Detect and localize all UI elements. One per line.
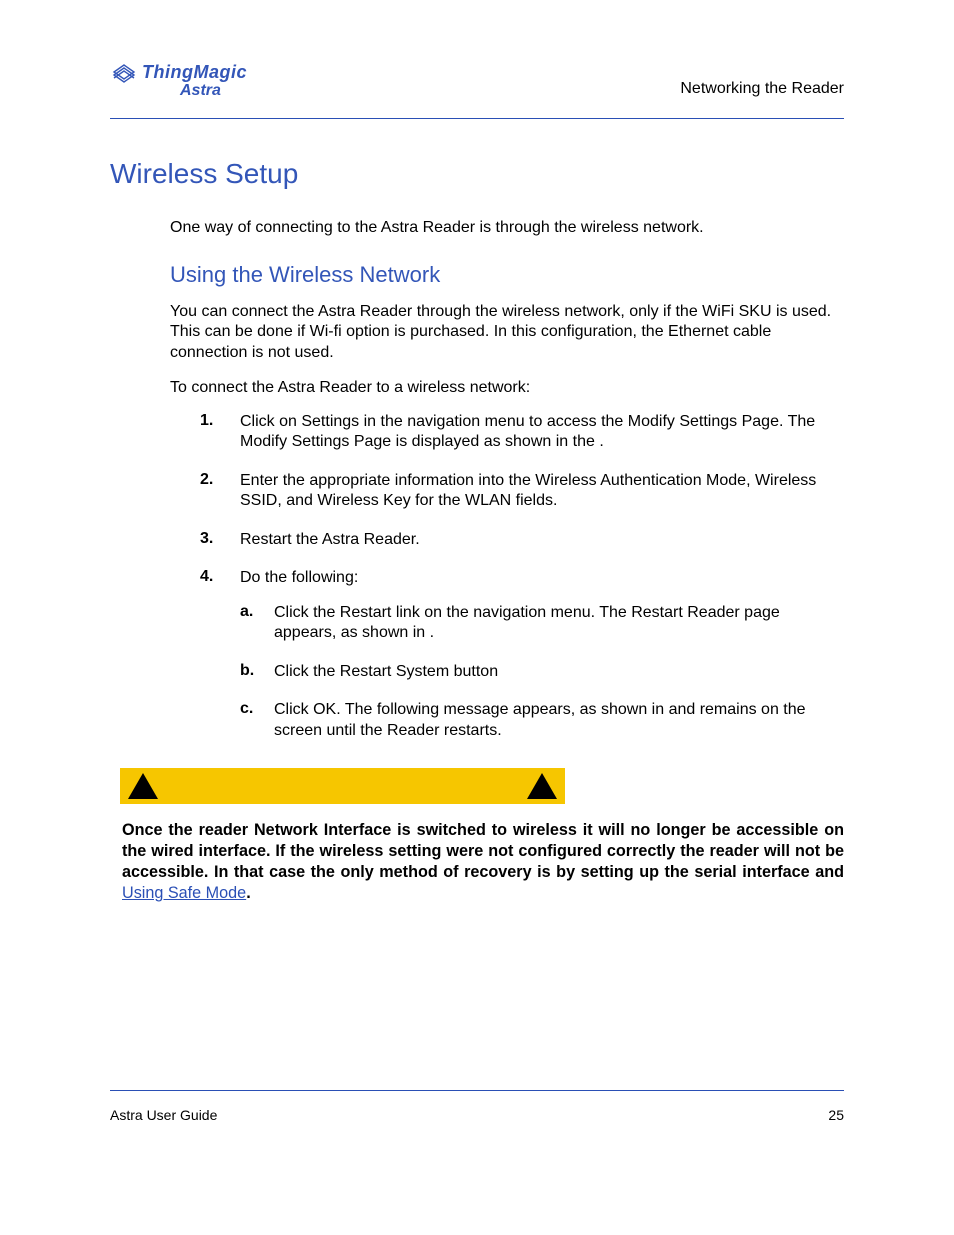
step: 3. Restart the Astra Reader. <box>200 530 844 550</box>
document-page: ThingMagic Astra Networking the Reader W… <box>0 0 954 1235</box>
warning-body-after: . <box>246 884 251 902</box>
substep-text: Click OK. The following message appears,… <box>274 700 844 741</box>
warning-banner <box>120 768 565 804</box>
section-subtitle: Using the Wireless Network <box>170 262 440 288</box>
logo-text-main: ThingMagic <box>142 62 247 83</box>
step-body: Do the following: a. Click the Restart l… <box>240 568 844 759</box>
page-title: Wireless Setup <box>110 158 298 190</box>
step-text: Click on Settings in the navigation menu… <box>240 412 844 453</box>
step: 4. Do the following: a. Click the Restar… <box>200 568 844 759</box>
step-number: 2. <box>200 471 222 512</box>
warning-triangle-icon <box>126 771 160 801</box>
warning-triangle-icon <box>525 771 559 801</box>
page-header: ThingMagic Astra Networking the Reader <box>110 60 844 119</box>
substep-letter: c. <box>240 700 260 741</box>
substep-text: Click the Restart link on the navigation… <box>274 603 844 644</box>
substeps-list: a. Click the Restart link on the navigat… <box>240 603 844 741</box>
step: 1. Click on Settings in the navigation m… <box>200 412 844 453</box>
footer-left: Astra User Guide <box>110 1107 217 1123</box>
warning-body-before: Once the reader Network Interface is swi… <box>122 821 844 881</box>
paragraph-1: You can connect the Astra Reader through… <box>170 302 844 363</box>
warning-text: Once the reader Network Interface is swi… <box>122 820 844 904</box>
step-number: 1. <box>200 412 222 453</box>
step: 2. Enter the appropriate information int… <box>200 471 844 512</box>
page-footer: Astra User Guide 25 <box>110 1090 844 1123</box>
step-text: Restart the Astra Reader. <box>240 530 420 550</box>
paragraph-2: To connect the Astra Reader to a wireles… <box>170 378 844 398</box>
logo-text-sub: Astra <box>110 82 247 100</box>
substep: a. Click the Restart link on the navigat… <box>240 603 844 644</box>
substep-letter: a. <box>240 603 260 644</box>
logo-icon <box>110 60 138 84</box>
substep-letter: b. <box>240 662 260 682</box>
substep: c. Click OK. The following message appea… <box>240 700 844 741</box>
substep: b. Click the Restart System button <box>240 662 844 682</box>
step-text: Do the following: <box>240 568 844 588</box>
step-text: Enter the appropriate information into t… <box>240 471 844 512</box>
substep-text: Click the Restart System button <box>274 662 498 682</box>
using-safe-mode-link[interactable]: Using Safe Mode <box>122 884 246 902</box>
step-number: 3. <box>200 530 222 550</box>
logo-row: ThingMagic <box>110 60 247 84</box>
intro-paragraph: One way of connecting to the Astra Reade… <box>170 218 844 238</box>
header-section-label: Networking the Reader <box>680 80 844 100</box>
step-number: 4. <box>200 568 222 759</box>
logo: ThingMagic Astra <box>110 60 247 100</box>
footer-page-number: 25 <box>828 1107 844 1123</box>
steps-list: 1. Click on Settings in the navigation m… <box>200 412 844 777</box>
